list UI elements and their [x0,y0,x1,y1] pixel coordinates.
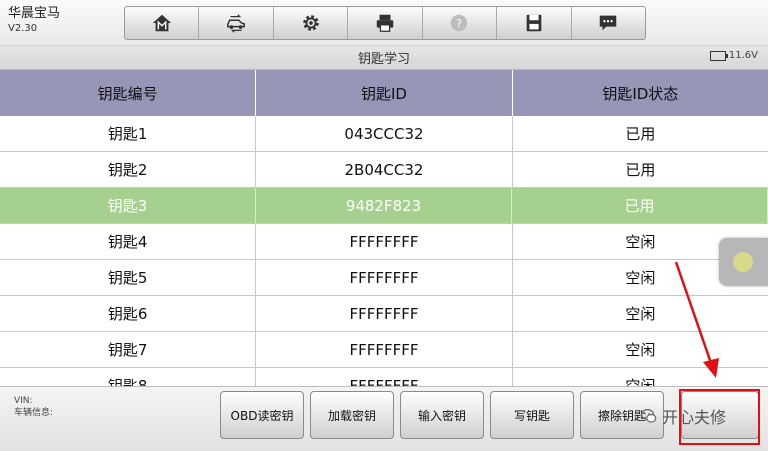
key-id: FFFFFFFF [256,224,513,259]
key-number: 钥匙3 [0,188,256,223]
table-row[interactable]: 钥匙5 FFFFFFFF 空闲 [0,260,768,296]
key-number: 钥匙7 [0,332,257,367]
vehicle-info-label: 车辆信息: [14,408,54,418]
column-header: 钥匙ID状态 [602,84,679,103]
key-status: 空闲 [625,341,656,359]
key-status: 已用 [625,125,656,143]
table-row[interactable]: 钥匙2 2B04CC32 已用 [0,152,768,188]
key-id: FFFFFFFF [256,368,513,386]
table-row[interactable]: 钥匙4 FFFFFFFF 空闲 [0,224,768,260]
key-id: FFFFFFFF [256,260,513,295]
save-icon [526,14,542,32]
key-table: 钥匙编号 钥匙ID 钥匙ID状态 钥匙1 043CCC32 已用 钥匙2 2B0… [0,70,768,386]
table-row[interactable]: 钥匙8 FFFFFFFF 空闲 [0,368,768,386]
top-bar: 华晨宝马 V2.30 ? [0,0,768,46]
battery-status: 11.6V [709,50,758,61]
gear-icon [302,15,319,31]
key-number: 钥匙4 [0,224,257,259]
table-row[interactable]: 钥匙7 FFFFFFFF 空闲 [0,332,768,368]
key-id: FFFFFFFF [256,296,513,331]
save-button[interactable] [497,7,572,39]
table-row-selected[interactable]: 钥匙3 9482F823 已用 [0,188,768,224]
assist-dot-icon [733,252,753,272]
page-title-bar: 钥匙学习 11.6V [0,46,768,70]
home-button[interactable] [125,7,200,39]
key-id: 9482F823 [256,188,512,223]
printer-icon [376,14,394,32]
table-row[interactable]: 钥匙6 FFFFFFFF 空闲 [0,296,768,332]
key-status: 已用 [625,161,656,179]
table-row[interactable]: 钥匙1 043CCC32 已用 [0,116,768,152]
help-button[interactable]: ? [423,7,498,39]
svg-text:?: ? [456,17,462,30]
key-number: 钥匙6 [0,296,257,331]
floating-assist-button[interactable] [719,238,768,286]
app-name: 华晨宝马 [8,6,61,21]
help-icon: ? [451,14,468,32]
key-number: 钥匙1 [0,116,257,151]
print-button[interactable] [348,7,423,39]
battery-icon [709,50,728,61]
column-header: 钥匙ID [256,70,513,116]
column-header: 钥匙编号 [0,70,257,116]
vehicle-info: VIN: 车辆信息: [14,395,53,419]
key-number: 钥匙2 [0,152,257,187]
brand: 华晨宝马 V2.30 [8,6,60,36]
enter-key-button[interactable]: 输入密钥 [400,391,484,439]
wechat-icon [640,409,657,423]
key-number: 钥匙8 [0,368,257,386]
highlight-box [679,389,760,445]
table-header-row: 钥匙编号 钥匙ID 钥匙ID状态 [0,70,768,116]
app-version: V2.30 [8,23,38,34]
settings-button[interactable] [274,7,349,39]
chat-icon [599,15,617,31]
key-status: 空闲 [625,305,656,323]
write-key-button[interactable]: 写钥匙 [490,391,574,439]
key-number: 钥匙5 [0,260,257,295]
vin-label: VIN: [14,396,33,406]
message-button[interactable] [572,7,645,39]
home-icon [152,14,171,32]
key-id: FFFFFFFF [256,332,513,367]
obd-read-key-button[interactable]: OBD读密钥 [220,391,304,439]
key-status: 已用 [512,188,768,223]
battery-voltage: 11.6V [728,50,758,61]
key-status: 空闲 [625,377,656,386]
key-id: 043CCC32 [256,116,513,151]
page-title: 钥匙学习 [357,52,410,67]
toolbar: ? [124,6,646,40]
car-swap-icon [227,14,246,33]
load-key-button[interactable]: 加载密钥 [310,391,394,439]
vehicle-switch-button[interactable] [199,7,274,39]
key-id: 2B04CC32 [256,152,513,187]
